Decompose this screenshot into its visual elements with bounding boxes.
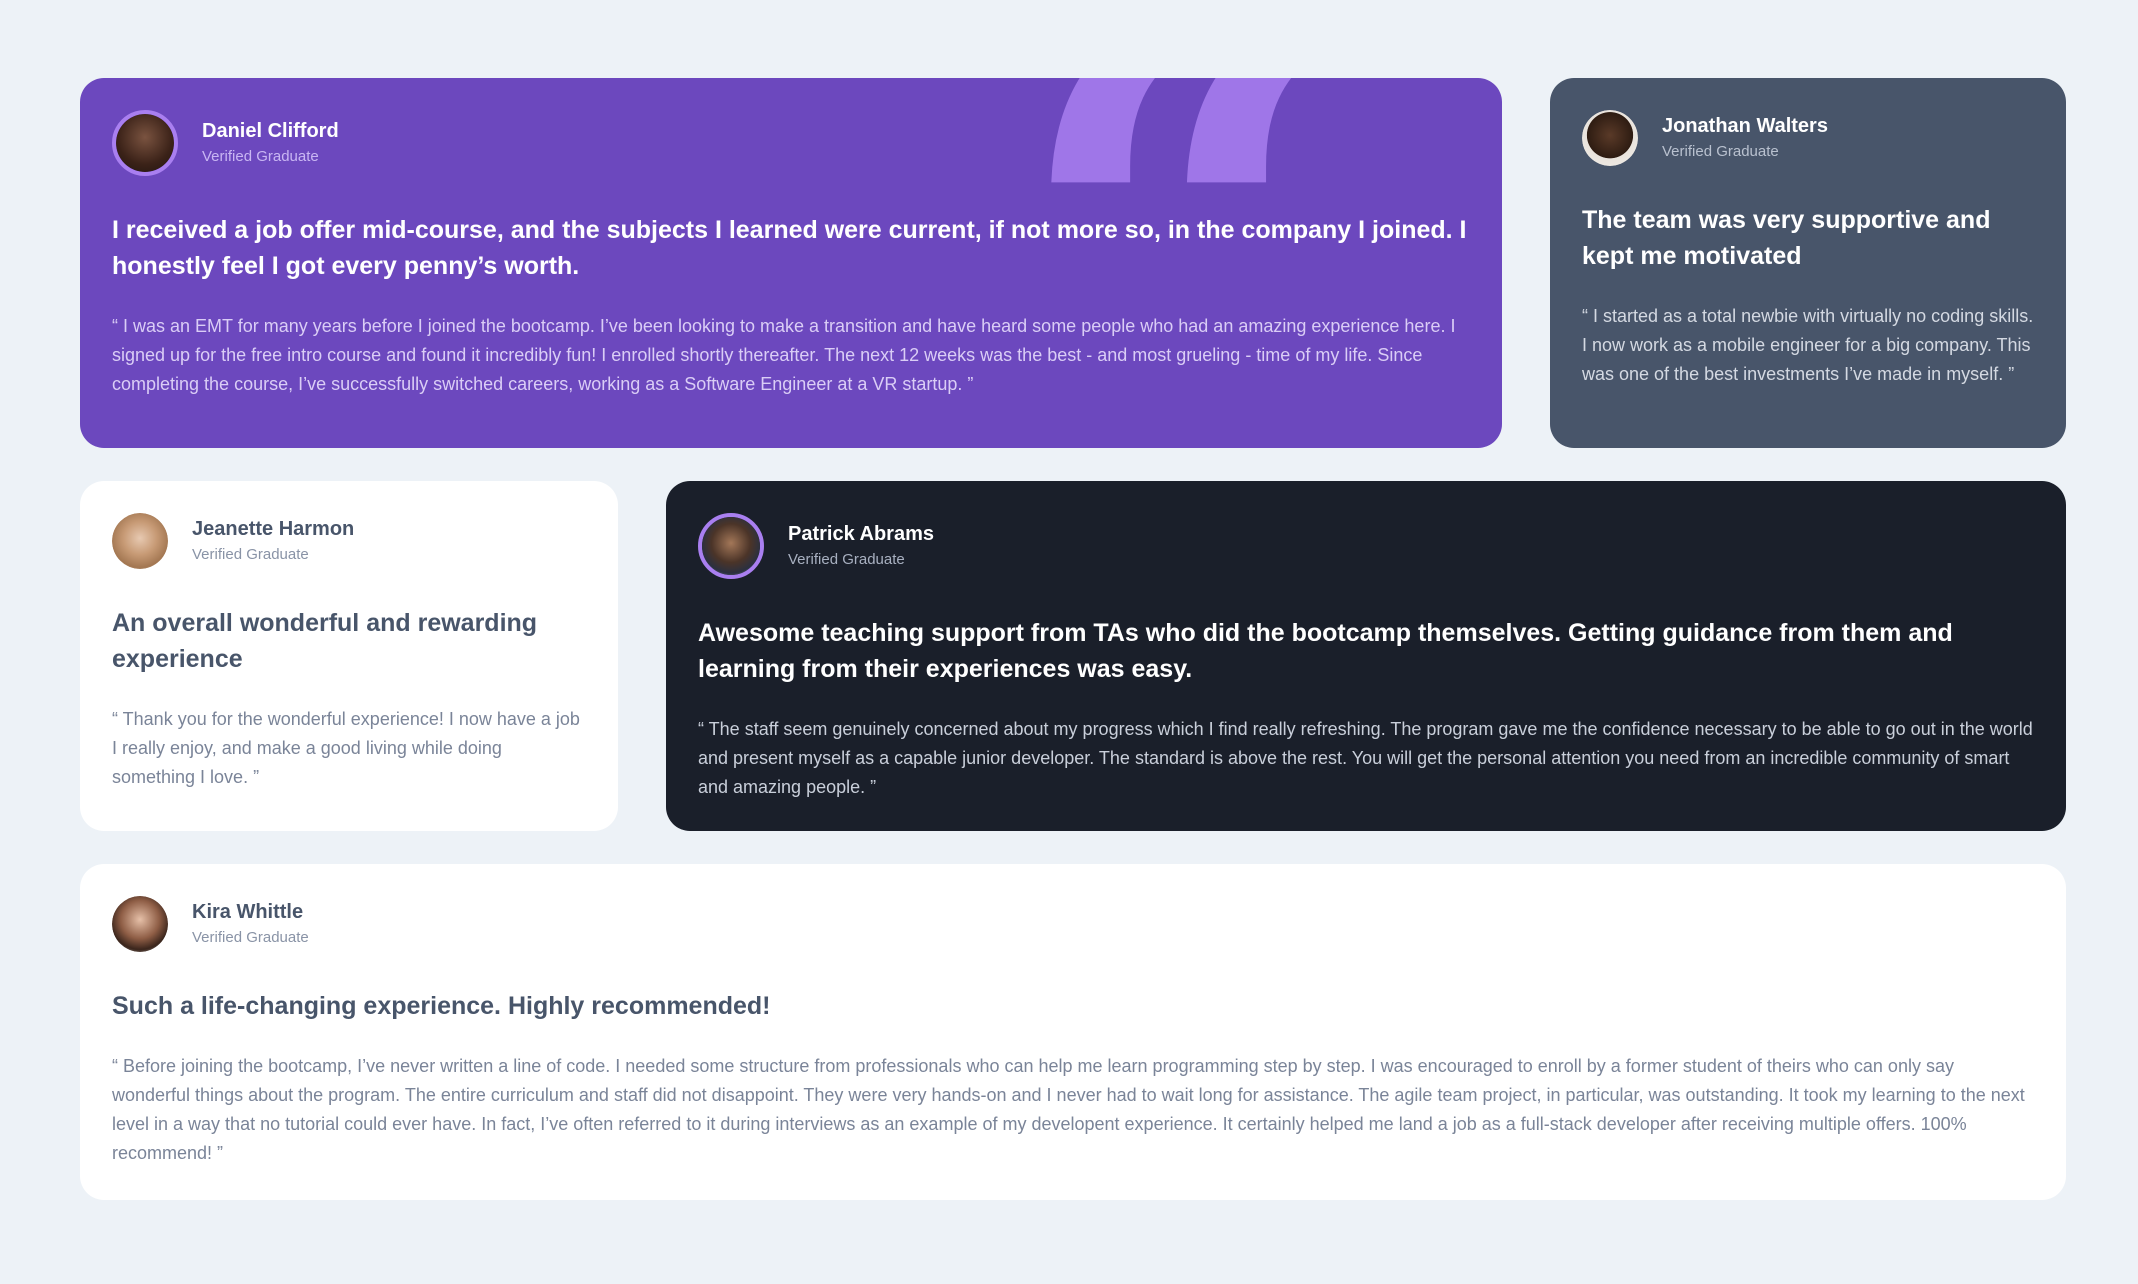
avatar: [112, 513, 168, 569]
author-name: Kira Whittle: [192, 901, 304, 923]
testimonial-header: Kira Whittle Verified Graduate: [112, 896, 2034, 952]
testimonial-quote: “ I was an EMT for many years before I j…: [112, 316, 1456, 394]
author-status: Verified Graduate: [1662, 143, 1779, 160]
testimonial-card-jonathan-walters: Jonathan Walters Verified Graduate The t…: [1550, 78, 2066, 448]
testimonial-headline: The team was very supportive and kept me…: [1582, 206, 1991, 270]
author-name: Patrick Abrams: [788, 523, 934, 545]
testimonial-headline: Awesome teaching support from TAs who di…: [698, 619, 1953, 683]
avatar-photo: [112, 513, 168, 569]
testimonial-headline: An overall wonderful and rewarding exper…: [112, 609, 538, 673]
avatar: [1582, 110, 1638, 166]
testimonial-card-jeanette-harmon: Jeanette Harmon Verified Graduate An ove…: [80, 481, 618, 831]
author-status: Verified Graduate: [192, 546, 309, 563]
avatar-photo: [1582, 110, 1638, 166]
testimonial-card-patrick-abrams: Patrick Abrams Verified Graduate Awesome…: [666, 481, 2066, 831]
author-name: Jonathan Walters: [1662, 115, 1828, 137]
author-status: Verified Graduate: [202, 148, 319, 165]
testimonial-card-daniel-clifford: “ Daniel Clifford Verified Graduate I re…: [80, 78, 1502, 448]
testimonial-quote: “ Before joining the bootcamp, I’ve neve…: [112, 1056, 2025, 1163]
testimonial-quote: “ Thank you for the wonderful experience…: [112, 709, 580, 787]
testimonial-quote: “ The staff seem genuinely concerned abo…: [698, 719, 2033, 797]
author-name: Jeanette Harmon: [192, 518, 355, 540]
testimonial-header: Jeanette Harmon Verified Graduate: [112, 513, 586, 569]
testimonial-header: Patrick Abrams Verified Graduate: [698, 513, 2034, 579]
author-status: Verified Graduate: [192, 929, 309, 946]
avatar: [698, 513, 764, 579]
avatar: [112, 110, 178, 176]
avatar-photo: [112, 896, 168, 952]
author-status: Verified Graduate: [788, 551, 905, 568]
avatar-photo: [116, 114, 174, 172]
testimonial-headline: Such a life-changing experience. Highly …: [112, 992, 771, 1020]
testimonial-header: Daniel Clifford Verified Graduate: [112, 110, 1470, 176]
avatar-photo: [702, 517, 760, 575]
avatar: [112, 896, 168, 952]
testimonial-quote: “ I started as a total newbie with virtu…: [1582, 306, 2034, 384]
testimonial-card-kira-whittle: Kira Whittle Verified Graduate Such a li…: [80, 864, 2066, 1200]
testimonial-headline: I received a job offer mid-course, and t…: [112, 216, 1467, 280]
author-name: Daniel Clifford: [202, 120, 339, 142]
testimonial-header: Jonathan Walters Verified Graduate: [1582, 110, 2034, 166]
